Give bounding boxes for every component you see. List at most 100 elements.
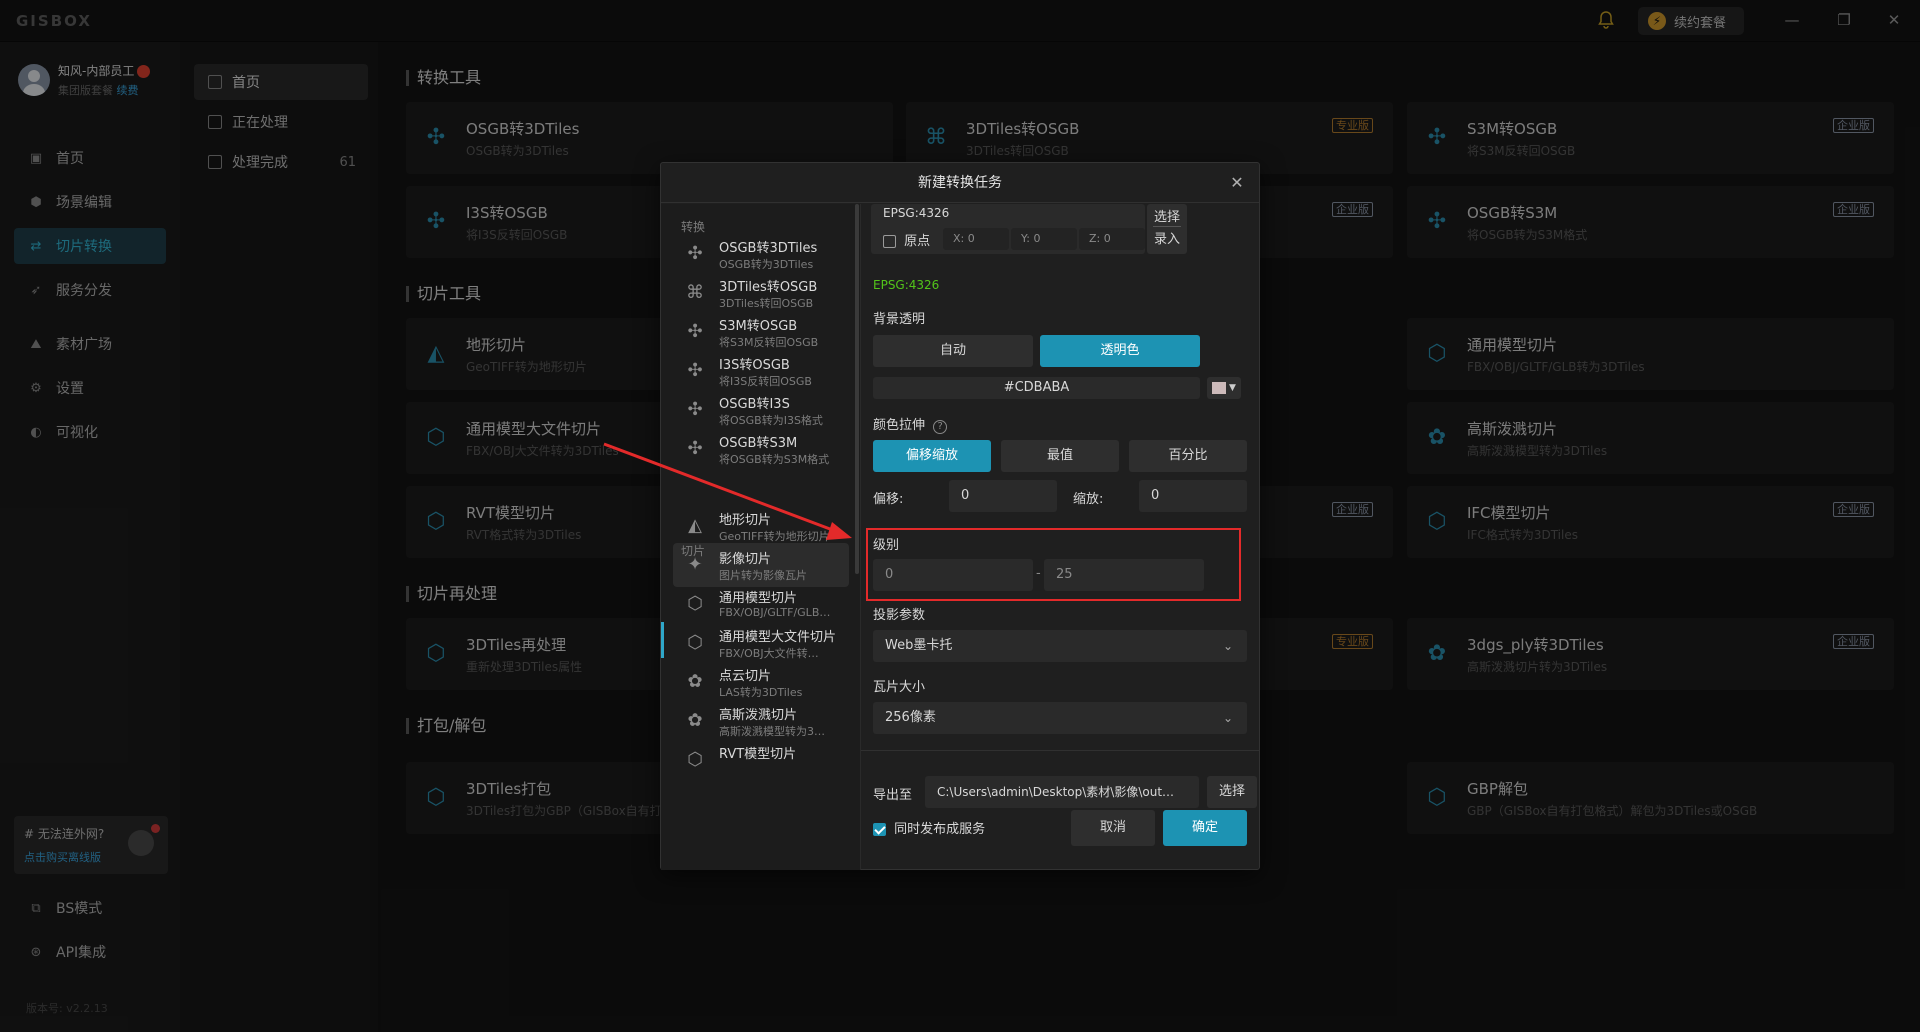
publish-row: 同时发布成服务 bbox=[873, 818, 985, 837]
task-icon: ✣ bbox=[687, 399, 703, 420]
task-item[interactable]: ⌘ 3DTiles转OSGB 3DTiles转回OSGB bbox=[673, 271, 849, 315]
origin-x-input[interactable]: X: 0 bbox=[943, 228, 1009, 250]
epsg-code: EPSG:4326 bbox=[873, 278, 940, 292]
projection-label: 投影参数 bbox=[873, 608, 926, 623]
origin-z-input[interactable]: Z: 0 bbox=[1079, 228, 1145, 250]
color-hex-input[interactable]: #CDBABA bbox=[873, 377, 1200, 399]
task-item[interactable]: ✣ OSGB转I3S 将OSGB转为I3S格式 bbox=[673, 388, 849, 432]
divider bbox=[861, 750, 1259, 751]
task-subtitle: LAS转为3DTiles bbox=[719, 686, 803, 699]
task-title: OSGB转I3S bbox=[719, 397, 790, 412]
chevron-down-icon: ⌄ bbox=[1222, 711, 1233, 725]
bg-transparent-label: 背景透明 bbox=[873, 312, 926, 327]
task-item[interactable]: ✣ OSGB转S3M 将OSGB转为S3M格式 bbox=[673, 427, 849, 471]
task-title: 通用模型切片 bbox=[719, 591, 798, 606]
stretch-offset-button[interactable]: 偏移缩放 bbox=[873, 440, 991, 472]
task-subtitle: FBX/OBJ/GLTF/GLB… bbox=[719, 606, 831, 619]
highlight-box bbox=[866, 528, 1241, 601]
publish-checkbox[interactable] bbox=[873, 823, 886, 836]
projection-value: Web墨卡托 bbox=[885, 638, 953, 653]
caret-down-icon: ▼ bbox=[1229, 383, 1236, 393]
export-path-input[interactable]: C:\Users\admin\Desktop\素材\影像\out… bbox=[925, 776, 1199, 808]
origin-label: 原点 bbox=[904, 234, 931, 249]
list-scrollbar[interactable] bbox=[855, 204, 859, 574]
task-subtitle: 将OSGB转为S3M格式 bbox=[719, 453, 830, 466]
new-task-dialog: 新建转换任务 ✕ 转换 ✣ OSGB转3DTiles OSGB转为3DTiles ⌘ 3… bbox=[660, 162, 1260, 870]
export-select-button[interactable]: 选择 bbox=[1207, 776, 1257, 808]
task-subtitle: 将S3M反转回OSGB bbox=[719, 336, 819, 349]
task-icon: ⬡ bbox=[687, 632, 703, 653]
task-icon: ⬡ bbox=[687, 593, 703, 614]
origin-y-input[interactable]: Y: 0 bbox=[1011, 228, 1077, 250]
task-icon: ✣ bbox=[687, 243, 703, 264]
task-title: RVT模型切片 bbox=[719, 747, 797, 762]
task-subtitle: OSGB转为3DTiles bbox=[719, 258, 814, 271]
transparent-color-button[interactable]: 透明色 bbox=[1040, 335, 1200, 367]
task-item[interactable]: ⬡ 通用模型大文件切片 FBX/OBJ大文件转… bbox=[673, 621, 849, 665]
select-input-button[interactable]: 选择 录入 bbox=[1147, 204, 1187, 254]
task-item[interactable]: ⬡ 通用模型切片 FBX/OBJ/GLTF/GLB… bbox=[673, 582, 849, 626]
export-label: 导出至 bbox=[873, 788, 913, 803]
auto-button[interactable]: 自动 bbox=[873, 335, 1033, 367]
cancel-button[interactable]: 取消 bbox=[1071, 810, 1155, 846]
stretch-minmax-button[interactable]: 最值 bbox=[1001, 440, 1119, 472]
task-icon: ✿ bbox=[687, 710, 703, 731]
task-subtitle: 将I3S反转回OSGB bbox=[719, 375, 812, 388]
task-icon: ✣ bbox=[687, 438, 703, 459]
task-item[interactable]: ✣ I3S转OSGB 将I3S反转回OSGB bbox=[673, 349, 849, 393]
tile-size-select[interactable]: 256像素 ⌄ bbox=[873, 702, 1247, 734]
color-picker[interactable]: ▼ bbox=[1207, 377, 1241, 399]
task-title: 地形切片 bbox=[719, 513, 772, 528]
task-item[interactable]: ⬡ RVT模型切片 bbox=[673, 738, 849, 782]
publish-label: 同时发布成服务 bbox=[894, 822, 986, 837]
stretch-percent-button[interactable]: 百分比 bbox=[1129, 440, 1247, 472]
offset-input[interactable]: 0 bbox=[949, 480, 1057, 512]
task-icon: ⬡ bbox=[687, 749, 703, 770]
select-label: 选择 bbox=[1153, 210, 1180, 225]
task-title: OSGB转S3M bbox=[719, 436, 798, 451]
stretch-label: 颜色拉伸 bbox=[873, 418, 926, 433]
task-subtitle: FBX/OBJ大文件转… bbox=[719, 647, 819, 660]
origin-row: 原点 bbox=[883, 230, 930, 249]
tile-size-value: 256像素 bbox=[885, 710, 936, 725]
divider bbox=[1153, 226, 1181, 227]
task-subtitle: GeoTIFF转为地形切片 bbox=[719, 530, 830, 543]
tile-size-label: 瓦片大小 bbox=[873, 680, 926, 695]
task-type-list: 转换 ✣ OSGB转3DTiles OSGB转为3DTiles ⌘ 3DTiles转OS… bbox=[661, 204, 861, 870]
origin-checkbox[interactable] bbox=[883, 235, 896, 248]
task-icon: ✣ bbox=[687, 321, 703, 342]
projection-select[interactable]: Web墨卡托 ⌄ bbox=[873, 630, 1247, 662]
scale-input[interactable]: 0 bbox=[1139, 480, 1247, 512]
task-title: 通用模型大文件切片 bbox=[719, 630, 837, 645]
color-swatch bbox=[1212, 382, 1226, 394]
dialog-title: 新建转换任务 bbox=[661, 163, 1259, 203]
active-indicator bbox=[661, 622, 664, 658]
task-item[interactable]: ✣ OSGB转3DTiles OSGB转为3DTiles bbox=[673, 232, 849, 276]
task-title: 点云切片 bbox=[719, 669, 772, 684]
task-subtitle: 3DTiles转回OSGB bbox=[719, 297, 814, 310]
help-icon[interactable]: ? bbox=[933, 420, 948, 434]
close-icon[interactable]: ✕ bbox=[1227, 173, 1247, 193]
task-icon: ✣ bbox=[687, 360, 703, 381]
task-title: 高斯泼溅切片 bbox=[719, 708, 798, 723]
task-title: I3S转OSGB bbox=[719, 358, 790, 373]
task-subtitle: 图片转为影像瓦片 bbox=[719, 569, 807, 582]
task-item[interactable]: ✣ S3M转OSGB 将S3M反转回OSGB bbox=[673, 310, 849, 354]
task-item[interactable]: ✿ 点云切片 LAS转为3DTiles bbox=[673, 660, 849, 704]
group-tile: 切片 bbox=[681, 544, 706, 558]
scale-label: 缩放: bbox=[1073, 492, 1104, 507]
task-icon: ✿ bbox=[687, 671, 703, 692]
task-subtitle: 将OSGB转为I3S格式 bbox=[719, 414, 823, 427]
task-title: S3M转OSGB bbox=[719, 319, 798, 334]
task-icon: ◭ bbox=[688, 515, 702, 536]
confirm-button[interactable]: 确定 bbox=[1163, 810, 1247, 846]
chevron-down-icon: ⌄ bbox=[1222, 639, 1233, 653]
task-title: 影像切片 bbox=[719, 552, 772, 567]
task-subtitle: 高斯泼溅模型转为3… bbox=[719, 725, 825, 738]
offset-label: 偏移: bbox=[873, 492, 904, 507]
input-label: 录入 bbox=[1153, 232, 1180, 247]
task-title: 3DTiles转OSGB bbox=[719, 280, 818, 295]
task-icon: ⌘ bbox=[686, 282, 704, 303]
stretch-row: 颜色拉伸 ? bbox=[873, 414, 948, 434]
task-item[interactable]: ✿ 高斯泼溅切片高斯泼溅模型转为3… bbox=[673, 699, 849, 743]
